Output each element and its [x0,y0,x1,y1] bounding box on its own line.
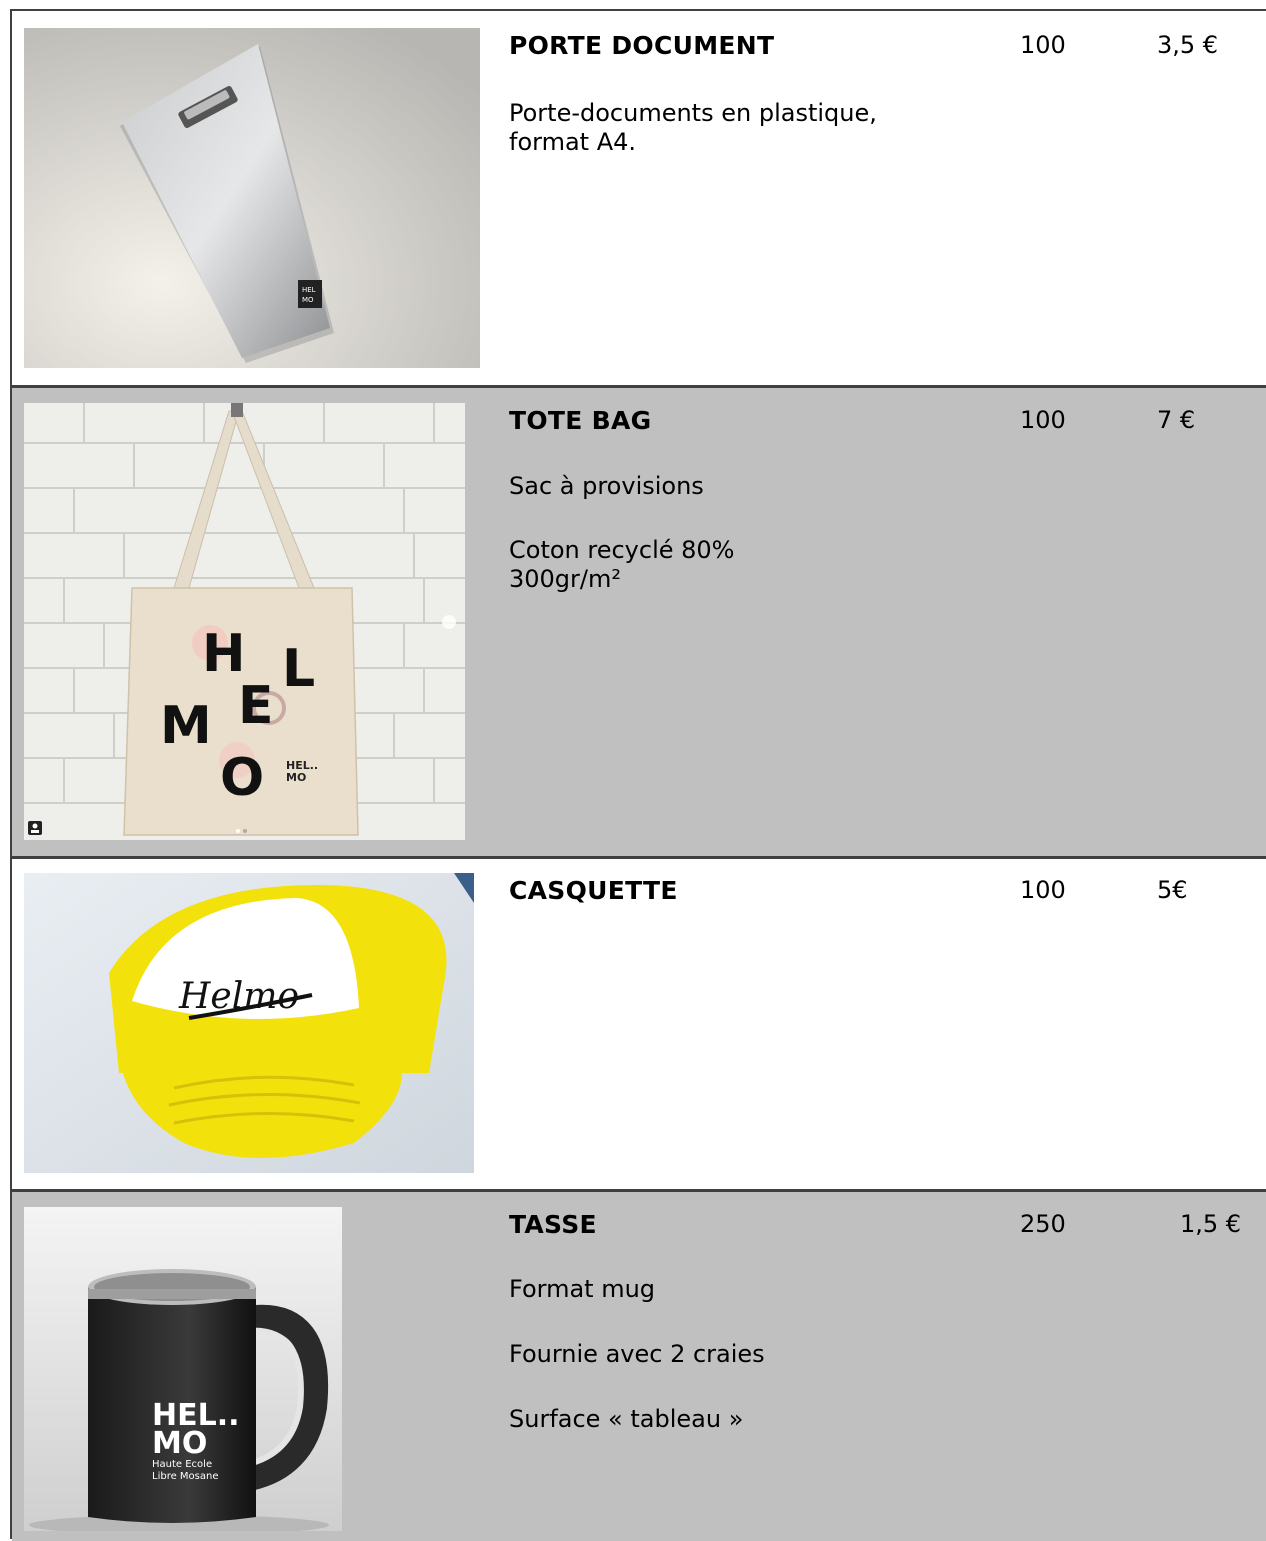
product-title: PORTE DOCUMENT [509,31,775,60]
product-quantity: 250 [1020,1210,1066,1238]
product-description: Format mug [509,1275,656,1303]
mug-photo: HEL.. MO Haute Ecole Libre Mosane [24,1207,342,1531]
tote-letter: M [160,696,212,756]
product-description: Fournie avec 2 craies [509,1340,765,1368]
product-quantity: 100 [1020,876,1066,904]
product-row-porte-document: HEL MO PORTE DOCUMENT 100 3,5 € Porte-do… [12,11,1266,385]
tote-letter: E [238,676,274,736]
product-row-tasse: HEL.. MO Haute Ecole Libre Mosane TASSE … [12,1192,1266,1541]
product-title: TOTE BAG [509,406,652,435]
product-row-casquette: Helmo CASQUETTE 100 5€ [12,859,1266,1189]
tote-letter: L [282,639,315,699]
product-quantity: 100 [1020,406,1066,434]
product-description: Coton recyclé 80% 300gr/m² [509,536,735,593]
product-price: 1,5 € [1180,1210,1242,1238]
product-price: 5€ [1157,876,1188,904]
svg-text:MO: MO [302,296,314,304]
product-quantity: 100 [1020,31,1066,59]
product-description: Sac à provisions [509,472,704,500]
clipboard-logo: HEL [302,286,316,294]
tote-letter: H [202,624,246,684]
tote-letter: O [220,748,264,808]
svg-text:Libre Mosane: Libre Mosane [152,1471,219,1482]
svg-text:MO: MO [152,1426,207,1461]
svg-text:Haute Ecole: Haute Ecole [152,1459,212,1470]
product-title: CASQUETTE [509,876,678,905]
carousel-next-icon[interactable] [442,615,456,629]
svg-text:MO: MO [286,771,306,784]
cap-photo: Helmo [24,873,474,1173]
tote-bag-photo: H L M E O HEL.. MO [24,403,465,840]
product-description: Porte-documents en plastique, format A4. [509,99,877,156]
product-price: 7 € [1157,406,1196,434]
clipboard-photo: HEL MO [24,28,480,368]
product-description: Surface « tableau » [509,1405,744,1433]
product-price: 3,5 € [1157,31,1219,59]
product-title: TASSE [509,1210,597,1239]
product-catalog: HEL MO PORTE DOCUMENT 100 3,5 € Porte-do… [10,9,1266,1541]
product-row-tote-bag: H L M E O HEL.. MO TOTE BAG 100 7 € Sac … [12,388,1266,856]
